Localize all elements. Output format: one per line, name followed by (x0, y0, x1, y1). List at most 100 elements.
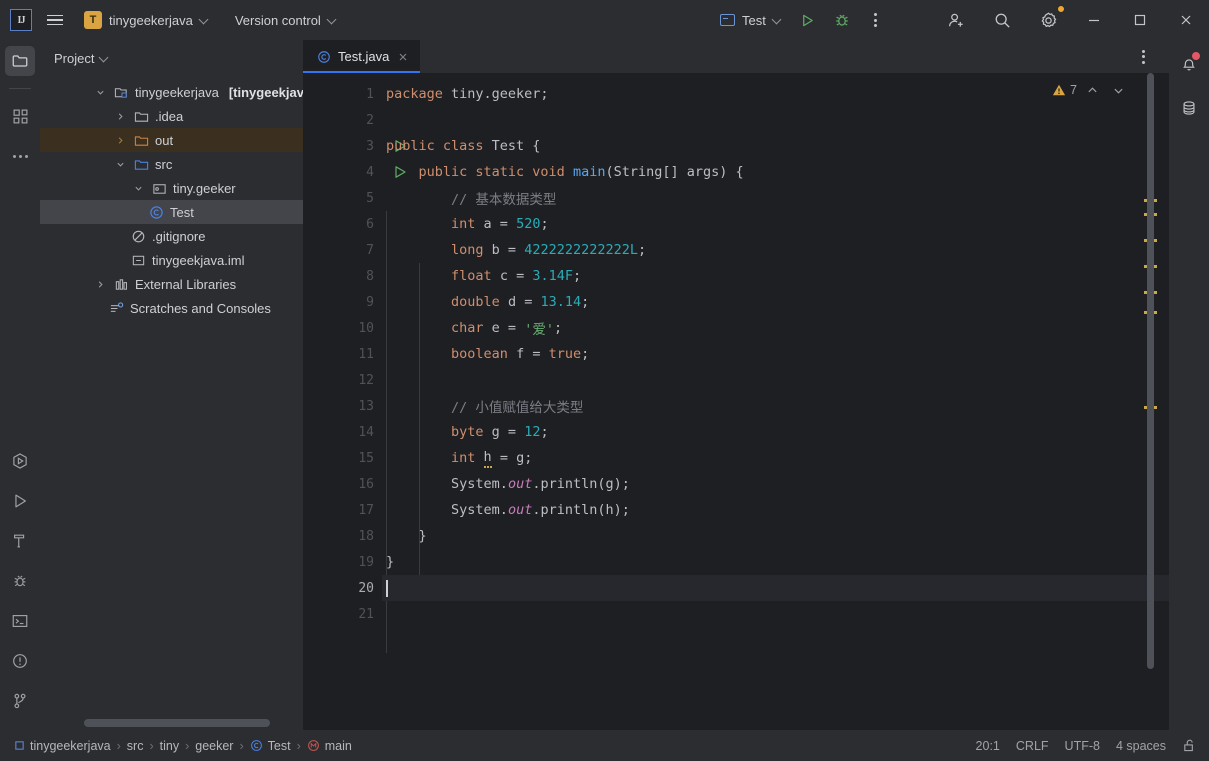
settings-button[interactable] (1025, 0, 1071, 40)
sidebar-item-problems[interactable] (5, 646, 35, 676)
more-horizontal-icon (12, 154, 28, 158)
sidebar-item-services[interactable] (5, 446, 35, 476)
breadcrumb-item-module[interactable]: tinygeekerjava (14, 739, 111, 753)
token: byte (451, 424, 492, 440)
tab-test-java[interactable]: Test.java (303, 40, 421, 73)
debug-button[interactable] (826, 4, 858, 36)
tree-node-src[interactable]: src (40, 152, 303, 176)
chevron-down-icon[interactable] (130, 184, 146, 193)
close-button[interactable] (1163, 0, 1209, 40)
tree-node-idea[interactable]: .idea (40, 104, 303, 128)
warning-icon (1052, 83, 1066, 97)
run-configuration-selector[interactable]: Test (712, 9, 790, 32)
previous-problem-button[interactable] (1081, 79, 1103, 101)
breadcrumb-item-tiny[interactable]: tiny (160, 739, 179, 753)
token: char (451, 320, 492, 336)
line-number: 5 (366, 190, 374, 206)
activity-separator (9, 88, 31, 89)
token: = g; (491, 450, 533, 466)
gutter-line: 6 (303, 211, 382, 237)
code-editor[interactable]: 1 2 3 4 5 6 7 8 9 10 11 12 13 14 15 16 1… (303, 73, 1169, 730)
gutter-line: 8 (303, 263, 382, 289)
token: tiny.geeker; (451, 86, 549, 102)
error-stripe-markers[interactable] (1143, 73, 1157, 730)
inspection-widget[interactable]: 7 (1052, 79, 1129, 101)
code-line: // 小值赋值给大类型 (382, 393, 1169, 419)
token: float (451, 268, 500, 284)
main-menu-icon[interactable] (38, 5, 72, 35)
readonly-lock-icon[interactable] (1182, 738, 1197, 753)
run-button[interactable] (792, 4, 824, 36)
token: main (572, 164, 606, 180)
sidebar-item-git[interactable] (5, 686, 35, 716)
project-widget[interactable]: T tinygeekerjava (78, 7, 217, 33)
sidebar-item-structure[interactable] (5, 101, 35, 131)
caret-position[interactable]: 20:1 (976, 739, 1000, 753)
code-line: char e = '爱'; (382, 315, 1169, 341)
chevron-right-icon[interactable] (112, 112, 128, 121)
more-run-options-button[interactable] (860, 4, 892, 36)
gutter-line: 10 (303, 315, 382, 341)
breadcrumb-item-src[interactable]: src (127, 739, 144, 753)
folder-blue-icon (133, 157, 150, 172)
tree-node-gitignore[interactable]: .gitignore (40, 224, 303, 248)
code-line: double d = 13.14; (382, 289, 1169, 315)
close-icon[interactable] (396, 50, 410, 64)
tree-node-root[interactable]: tinygeekerjava [tinygeekjava] D:\t (40, 80, 303, 104)
version-control-widget[interactable]: Version control (227, 9, 345, 32)
tree-node-package[interactable]: tiny.geeker (40, 176, 303, 200)
breadcrumb-label: tinygeekerjava (30, 738, 111, 753)
sidebar-item-terminal[interactable] (5, 606, 35, 636)
class-icon (148, 205, 165, 220)
chevron-down-icon (328, 16, 337, 25)
more-vertical-icon (874, 13, 878, 27)
line-number: 9 (366, 294, 374, 310)
sidebar-item-more-tools[interactable] (5, 141, 35, 171)
file-encoding[interactable]: UTF-8 (1065, 739, 1100, 753)
code-line: byte g = 12; (382, 419, 1169, 445)
tree-node-test-class[interactable]: Test (40, 200, 303, 224)
breadcrumb-separator: › (116, 738, 121, 753)
code-text[interactable]: package tiny.geeker; public class Test {… (382, 73, 1169, 730)
add-user-button[interactable] (933, 0, 979, 40)
tree-node-scratches[interactable]: Scratches and Consoles (40, 296, 303, 320)
notifications-button[interactable] (1174, 48, 1204, 80)
line-number: 17 (358, 502, 374, 518)
breadcrumb-item-main[interactable]: main (307, 739, 352, 753)
status-bar: tinygeekerjava › src › tiny › geeker › T… (0, 730, 1209, 761)
token: double (451, 294, 508, 310)
project-panel-header[interactable]: Project (40, 40, 303, 76)
chevron-down-icon[interactable] (92, 88, 108, 97)
minimize-button[interactable] (1071, 0, 1117, 40)
tree-node-out[interactable]: out (40, 128, 303, 152)
breadcrumb-item-geeker[interactable]: geeker (195, 739, 233, 753)
next-problem-button[interactable] (1107, 79, 1129, 101)
search-button[interactable] (979, 0, 1025, 40)
breadcrumb-item-test[interactable]: Test (250, 739, 291, 753)
maximize-button[interactable] (1117, 0, 1163, 40)
line-separator[interactable]: CRLF (1016, 739, 1049, 753)
chevron-down-icon[interactable] (112, 160, 128, 169)
chevron-right-icon[interactable] (92, 280, 108, 289)
sidebar-item-debug[interactable] (5, 566, 35, 596)
database-button[interactable] (1174, 92, 1204, 124)
editor-tab-actions (1127, 40, 1169, 73)
sidebar-item-build[interactable] (5, 526, 35, 556)
editor-gutter[interactable]: 1 2 3 4 5 6 7 8 9 10 11 12 13 14 15 16 1… (303, 73, 406, 730)
sidebar-item-run[interactable] (5, 486, 35, 516)
tree-node-external-libraries[interactable]: External Libraries (40, 272, 303, 296)
sidebar-item-project[interactable] (5, 46, 35, 76)
token: Test { (491, 138, 541, 154)
editor-options-button[interactable] (1127, 41, 1159, 73)
project-horizontal-scrollbar[interactable] (84, 719, 332, 727)
tree-node-iml[interactable]: tinygeekjava.iml (40, 248, 303, 272)
line-number: 1 (366, 86, 374, 102)
scrollbar-thumb[interactable] (84, 719, 270, 727)
folder-icon (133, 109, 150, 124)
vertical-scrollbar-thumb[interactable] (1147, 73, 1154, 669)
indent-setting[interactable]: 4 spaces (1116, 739, 1166, 753)
chevron-right-icon[interactable] (112, 136, 128, 145)
